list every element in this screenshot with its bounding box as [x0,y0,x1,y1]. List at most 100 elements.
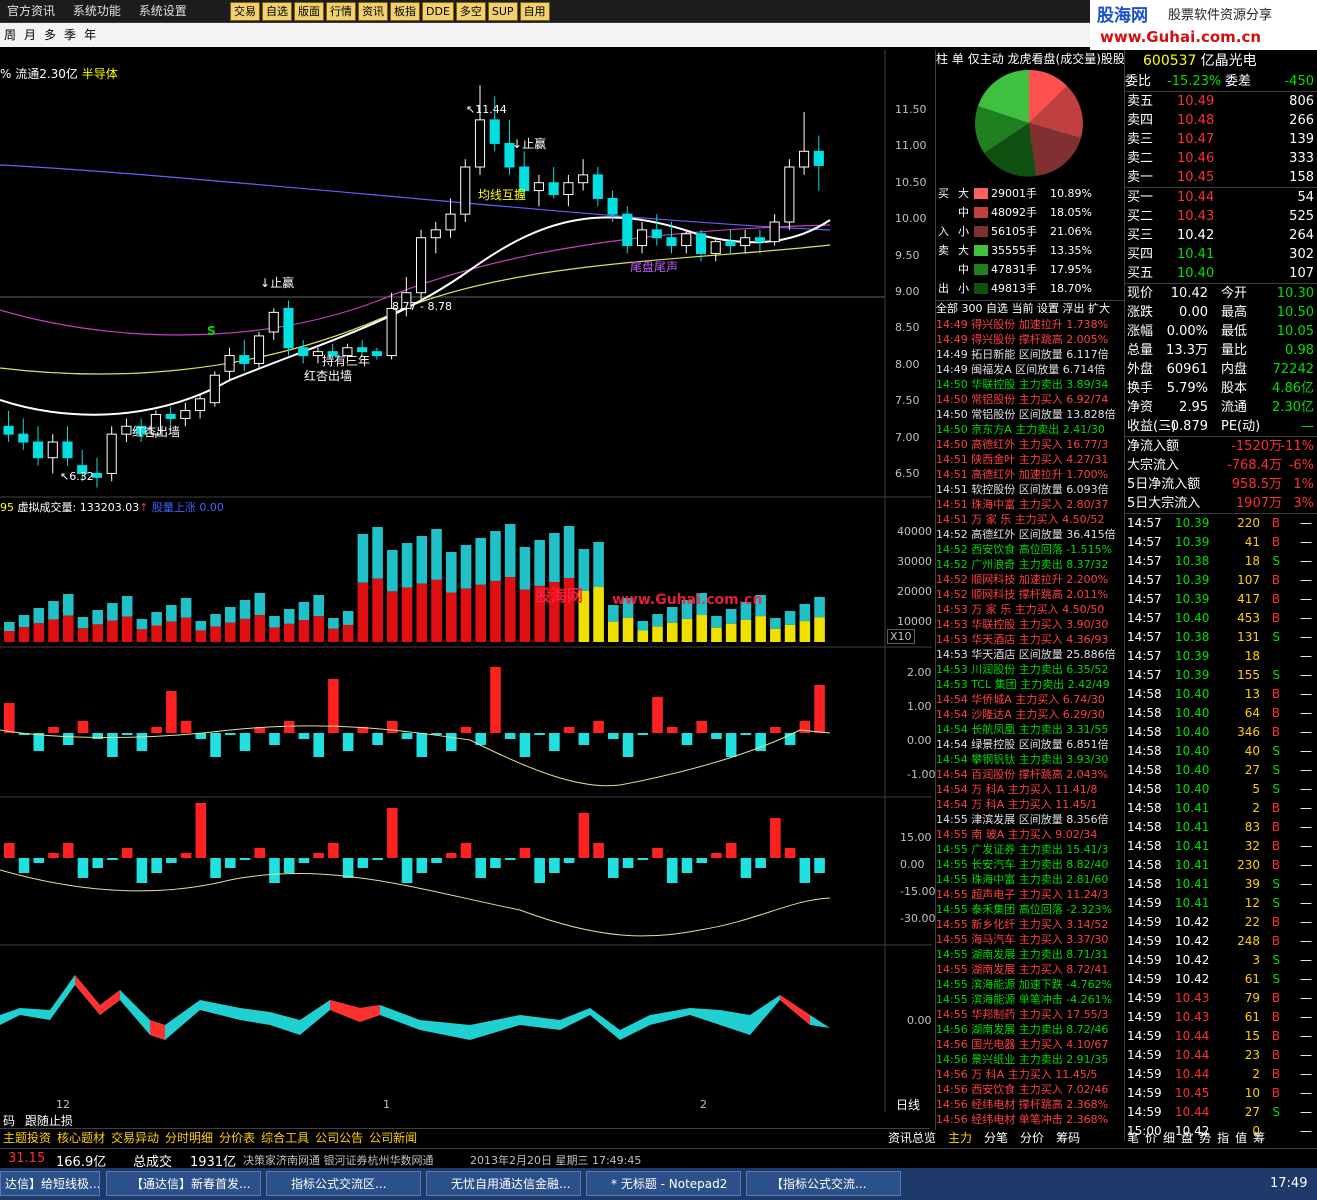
tab-main[interactable]: 主力 [942,1128,978,1148]
flow-row[interactable]: 14:52 顺网科技 加速拉升 2.200% [936,572,1124,587]
flow-row[interactable]: 14:50 常铝股份 主力买入 6.92/74 [936,392,1124,407]
flow-row[interactable]: 14:55 华邦制药 主力买入 17.55/3 [936,1007,1124,1022]
flow-row[interactable]: 14:52 西安饮食 高位回落 -1.515% [936,542,1124,557]
task-item[interactable]: 无忧自用通达信金融... [426,1171,581,1196]
tab-longshort[interactable]: 多空 [455,2,486,21]
flow-row[interactable]: 14:53 华天酒店 区间放量 25.886倍 [936,647,1124,662]
period-multi[interactable]: 多 [40,23,60,47]
flow-row[interactable]: 14:51 软控股份 区间放量 6.093倍 [936,482,1124,497]
flow-row[interactable]: 14:53 川润股份 主力卖出 6.35/52 [936,662,1124,677]
tab-layout[interactable]: 版面 [294,2,324,21]
tab-dragon[interactable]: 龙虎看盘(成交量)股股 [1008,52,1124,66]
flow-row[interactable]: 14:55 长安汽车 主力卖出 8.82/40 [936,857,1124,872]
flow-row[interactable]: 14:51 陕西金叶 主力买入 4.27/31 [936,452,1124,467]
task-item[interactable]: 达信】给短线极... [0,1171,100,1196]
flow-row[interactable]: 14:53 万 家 乐 主力买入 4.50/50 [936,602,1124,617]
flow-row[interactable]: 14:54 沙隆达A 主力买入 6.29/30 [936,707,1124,722]
flow-row[interactable]: 14:51 万 家 乐 主力买入 4.50/52 [936,512,1124,527]
flow-row[interactable]: 14:56 西安饮食 主力买入 7.02/46 [936,1082,1124,1097]
task-item[interactable]: * 无标题 - Notepad2 [586,1171,741,1196]
flow-tab[interactable]: 300 [962,302,983,315]
tab-active[interactable]: 仅主动 [968,52,1004,66]
flow-row[interactable]: 14:54 长航凤凰 主力卖出 3.31/55 [936,722,1124,737]
day-label[interactable]: 日线 [896,1096,920,1113]
tab-sup[interactable]: SUP [487,2,518,21]
tab-chips[interactable]: 筹码 [1050,1128,1086,1148]
flow-row[interactable]: 14:55 津滨发展 区间放量 8.356倍 [936,812,1124,827]
flow-row[interactable]: 14:56 经纬电材 撑杆跳高 2.368% [936,1097,1124,1112]
menu-settings[interactable]: 系统设置 [132,0,194,22]
period-quarter[interactable]: 季 [60,23,80,47]
flow-row[interactable]: 14:50 华联控股 主力卖出 3.89/34 [936,377,1124,392]
link-news[interactable]: 公司新闻 [366,1129,420,1147]
flow-row[interactable]: 14:51 珠海中富 主力买入 2.80/37 [936,497,1124,512]
tab-overview[interactable]: 资讯总览 [882,1128,942,1148]
flow-row[interactable]: 14:55 超声电子 主力买入 11.24/3 [936,887,1124,902]
tab-tick[interactable]: 分笔 [978,1128,1014,1148]
flow-row[interactable]: 14:56 景兴纸业 主力卖出 2.91/35 [936,1052,1124,1067]
tab-single[interactable]: 单 [952,52,964,66]
flow-row[interactable]: 14:53 华联控股 主力买入 3.90/30 [936,617,1124,632]
flow-row[interactable]: 14:54 华侨城A 主力买入 6.74/30 [936,692,1124,707]
rtab[interactable]: 指 [1214,1128,1232,1148]
link-notice[interactable]: 公司公告 [312,1129,366,1147]
flow-row[interactable]: 14:50 常铝股份 区间放量 13.828倍 [936,407,1124,422]
tab-custom[interactable]: 自用 [519,2,550,21]
link-anomaly[interactable]: 交易异动 [108,1129,162,1147]
flow-row[interactable]: 14:54 万 科A 主力买入 11.45/1 [936,797,1124,812]
flow-tab[interactable]: 扩大 [1088,302,1110,315]
task-item[interactable]: 指标公式交流区... [266,1171,421,1196]
flow-row[interactable]: 14:50 高德红外 主力买入 16.77/3 [936,437,1124,452]
tab-trade[interactable]: 交易 [230,2,260,21]
flow-row[interactable]: 14:55 滨海能源 单笔冲击 -4.261% [936,992,1124,1007]
link-core[interactable]: 核心题材 [54,1129,108,1147]
flow-row[interactable]: 14:55 湖南发展 主力买入 8.72/41 [936,962,1124,977]
flow-row[interactable]: 14:56 万 科A 主力买入 11.45/5 [936,1067,1124,1082]
task-item[interactable]: 【通达信】新春首发... [106,1171,261,1196]
flow-tab[interactable]: 自选 [986,302,1008,315]
flow-row[interactable]: 14:55 新乡化纤 主力买入 3.14/52 [936,917,1124,932]
link-detail[interactable]: 分时明细 [162,1129,216,1147]
flow-row[interactable]: 14:52 顺网科技 撑杆跳高 2.011% [936,587,1124,602]
menu-system[interactable]: 系统功能 [66,0,128,22]
flow-row[interactable]: 14:52 高德红外 区间放量 36.415倍 [936,527,1124,542]
rtab[interactable]: 细 [1160,1128,1178,1148]
flow-row[interactable]: 14:54 绿景控股 区间放量 6.851倍 [936,737,1124,752]
flow-row[interactable]: 14:52 广州浪奇 主力卖出 8.37/32 [936,557,1124,572]
flow-row[interactable]: 14:53 华天酒店 主力买入 4.36/93 [936,632,1124,647]
link-tools[interactable]: 综合工具 [258,1129,312,1147]
flow-row[interactable]: 14:55 南 玻A 主力买入 9.02/34 [936,827,1124,842]
rtab[interactable]: 势 [1196,1128,1214,1148]
flow-row[interactable]: 14:49 得兴股份 撑杆跳高 2.005% [936,332,1124,347]
main-chart[interactable] [0,50,932,1128]
flow-row[interactable]: 14:49 得兴股份 加速拉升 1.738% [936,317,1124,332]
flow-row[interactable]: 14:56 国光电器 主力买入 4.10/67 [936,1037,1124,1052]
flow-row[interactable]: 14:54 攀钢钒钛 主力卖出 3.93/30 [936,752,1124,767]
flow-row[interactable]: 14:49 闽福发A 区间放量 6.714倍 [936,362,1124,377]
flow-row[interactable]: 14:54 万 科A 主力买入 11.41/8 [936,782,1124,797]
menu-news[interactable]: 官方资讯 [0,0,62,22]
tab-price[interactable]: 分价 [1014,1128,1050,1148]
flow-row[interactable]: 14:55 滨海能源 加速下跌 -4.762% [936,977,1124,992]
link-theme[interactable]: 主题投资 [0,1129,54,1147]
flow-row[interactable]: 14:55 广发证券 主力卖出 15.41/3 [936,842,1124,857]
flow-row[interactable]: 14:56 湖南发展 主力卖出 8.72/46 [936,1022,1124,1037]
rtab[interactable]: 价 [1142,1128,1160,1148]
flow-tab[interactable]: 全部 [936,302,958,315]
tab-dde[interactable]: DDE [422,2,454,21]
flow-row[interactable]: 14:50 京东方A 主力卖出 2.41/30 [936,422,1124,437]
tab-index[interactable]: 板指 [390,2,420,21]
tab-bar[interactable]: 柱 [936,52,948,66]
task-item[interactable]: 【指标公式交流... [746,1171,901,1196]
flow-row[interactable]: 14:51 高德红外 加速拉升 1.700% [936,467,1124,482]
flow-row[interactable]: 14:55 海马汽车 主力买入 3.37/30 [936,932,1124,947]
tab-info[interactable]: 资讯 [358,2,388,21]
tab-quote[interactable]: 行情 [326,2,356,21]
rtab[interactable]: 笔 [1124,1128,1142,1148]
period-year[interactable]: 年 [80,23,100,47]
rtab[interactable]: 盘 [1178,1128,1196,1148]
rtab[interactable]: 筹 [1250,1128,1268,1148]
flow-tab[interactable]: 当前 [1012,302,1034,315]
flow-row[interactable]: 14:55 珠海中富 主力卖出 2.81/60 [936,872,1124,887]
flow-row[interactable]: 14:56 经纬电材 单笔冲击 2.368% [936,1112,1124,1127]
